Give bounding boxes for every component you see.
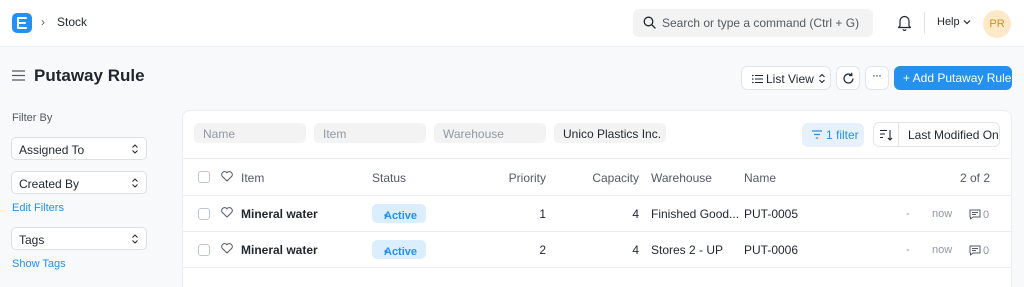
record-count: 2 of 2 xyxy=(959,171,990,185)
search-icon xyxy=(643,16,656,29)
filter-count-label: 1 filter xyxy=(826,128,859,142)
sort-descending-icon xyxy=(880,129,893,141)
row-modified: now xyxy=(932,244,953,256)
assigned-to-label: Assigned To xyxy=(19,143,85,157)
tags-label: Tags xyxy=(19,233,45,247)
filter-icon xyxy=(812,130,822,139)
row-priority: 1 xyxy=(539,207,546,221)
divider xyxy=(183,158,1011,159)
edit-filters-link[interactable]: Edit Filters xyxy=(12,202,64,214)
status-label: Active xyxy=(384,246,418,258)
row-checkbox[interactable] xyxy=(198,208,210,220)
row-warehouse: Stores 2 - UP xyxy=(651,243,724,257)
status-badge[interactable]: • Active xyxy=(372,204,426,223)
sort-arrows-icon xyxy=(132,178,138,188)
row-warehouse: Finished Good... xyxy=(651,207,740,221)
refresh-icon xyxy=(843,72,854,84)
search-placeholder: Search or type a command (Ctrl + G) xyxy=(662,16,860,30)
created-by-select[interactable]: Created By xyxy=(11,171,147,194)
comment-icon xyxy=(969,209,981,220)
list-view-selector[interactable]: List View xyxy=(741,66,831,90)
chevron-right-icon: › xyxy=(41,15,45,29)
filter-button[interactable]: 1 filter xyxy=(802,123,864,147)
column-header-name[interactable]: Name xyxy=(744,171,776,185)
help-dropdown[interactable]: Help xyxy=(937,16,971,28)
navbar: › Stock Search or type a command (Ctrl +… xyxy=(0,0,1024,47)
filter-by-heading: Filter By xyxy=(12,112,53,124)
more-dots-icon: ··· xyxy=(872,68,882,82)
tags-select[interactable]: Tags xyxy=(11,227,147,250)
row-dash: - xyxy=(906,244,910,256)
row-modified: now xyxy=(932,208,953,220)
hamburger-menu-icon[interactable] xyxy=(12,70,25,81)
refresh-button[interactable] xyxy=(836,66,860,90)
divider xyxy=(183,267,1011,268)
select-all-checkbox[interactable] xyxy=(198,171,210,183)
created-by-label: Created By xyxy=(19,177,80,191)
row-dash: - xyxy=(906,208,910,220)
divider xyxy=(183,231,1011,232)
row-checkbox[interactable] xyxy=(198,244,210,256)
sort-by-label: Last Modified On xyxy=(908,128,999,142)
row-name: PUT-0005 xyxy=(744,207,799,221)
help-label: Help xyxy=(937,16,960,28)
list-view-label: List View xyxy=(766,72,814,86)
row-capacity: 4 xyxy=(632,207,639,221)
row-capacity: 4 xyxy=(632,243,639,257)
item-filter-input[interactable]: Item xyxy=(314,123,426,143)
column-header-item[interactable]: Item xyxy=(241,171,264,185)
item-filter-placeholder: Item xyxy=(323,127,347,141)
comment-count-value: 0 xyxy=(983,244,990,257)
assigned-to-select[interactable]: Assigned To xyxy=(11,137,147,160)
status-label: Active xyxy=(384,210,418,222)
comment-count-value: 0 xyxy=(983,208,990,221)
company-filter-input[interactable]: Unico Plastics Inc. xyxy=(554,123,666,143)
avatar[interactable]: PR xyxy=(983,10,1011,38)
heart-icon[interactable] xyxy=(221,207,233,218)
comment-icon xyxy=(969,245,981,256)
sort-by-selector[interactable]: Last Modified On xyxy=(898,122,1000,147)
heart-icon[interactable] xyxy=(221,243,233,254)
status-badge[interactable]: • Active xyxy=(372,240,426,259)
add-putaway-rule-label: + Add Putaway Rule xyxy=(903,71,1012,85)
column-header-capacity[interactable]: Capacity xyxy=(578,171,639,185)
name-filter-input[interactable]: Name xyxy=(194,123,306,143)
search-bar[interactable]: Search or type a command (Ctrl + G) xyxy=(633,9,873,37)
name-filter-placeholder: Name xyxy=(203,127,236,141)
heart-icon[interactable] xyxy=(221,171,233,182)
company-filter-value: Unico Plastics Inc. xyxy=(563,127,662,141)
navbar-divider xyxy=(924,12,925,34)
list-icon xyxy=(752,74,763,84)
warehouse-filter-input[interactable]: Warehouse xyxy=(434,123,546,143)
column-header-warehouse[interactable]: Warehouse xyxy=(651,171,712,185)
sort-arrows-icon xyxy=(132,144,138,154)
row-priority: 2 xyxy=(539,243,546,257)
page-title: Putaway Rule xyxy=(34,66,145,85)
show-tags-link[interactable]: Show Tags xyxy=(12,258,66,270)
add-putaway-rule-button[interactable]: + Add Putaway Rule xyxy=(894,66,1012,90)
row-item-link[interactable]: Mineral water xyxy=(241,243,318,257)
column-header-priority[interactable]: Priority xyxy=(486,171,546,185)
breadcrumb-stock[interactable]: Stock xyxy=(57,15,87,29)
row-name: PUT-0006 xyxy=(744,243,799,257)
sort-arrows-icon xyxy=(819,73,825,84)
column-header-status[interactable]: Status xyxy=(372,171,406,185)
comment-count[interactable]: 0 xyxy=(969,243,989,257)
divider xyxy=(183,195,1011,196)
comment-count[interactable]: 0 xyxy=(969,207,989,221)
more-actions-button[interactable]: ··· xyxy=(865,66,889,90)
sort-direction-button[interactable] xyxy=(873,122,899,147)
erpnext-logo-icon[interactable] xyxy=(12,13,32,33)
chevron-down-icon xyxy=(963,20,971,25)
row-item-link[interactable]: Mineral water xyxy=(241,207,318,221)
warehouse-filter-placeholder: Warehouse xyxy=(443,127,504,141)
sort-arrows-icon xyxy=(132,234,138,244)
bell-icon[interactable] xyxy=(897,14,912,31)
